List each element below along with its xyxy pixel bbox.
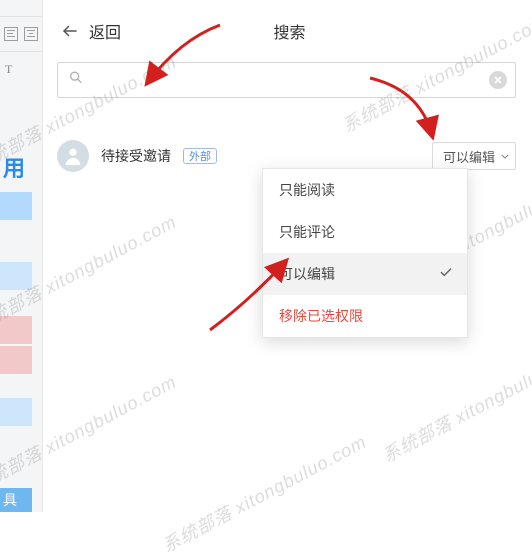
bg-title: 用 — [3, 151, 25, 183]
search-icon — [68, 70, 84, 91]
search-container — [43, 62, 530, 110]
bg-toolbar-row — [0, 16, 42, 52]
align2-icon — [24, 27, 38, 41]
dropdown-item-read[interactable]: 只能阅读 — [263, 169, 467, 211]
search-input[interactable] — [92, 63, 479, 97]
text-icon: T — [5, 62, 19, 76]
chevron-down-icon — [501, 149, 509, 164]
dropdown-item-edit[interactable]: 可以编辑 — [263, 253, 467, 295]
external-tag: 外部 — [183, 148, 217, 164]
bg-stripe — [0, 398, 32, 426]
bg-footer: 具 — [0, 488, 32, 512]
check-icon — [439, 266, 453, 283]
bg-stripe — [0, 346, 32, 374]
bg-stripe — [0, 262, 32, 290]
dropdown-item-label: 移除已选权限 — [279, 306, 363, 326]
dropdown-item-label: 可以编辑 — [279, 264, 335, 284]
dropdown-item-label: 只能阅读 — [279, 180, 335, 200]
bg-stripe — [0, 316, 32, 344]
back-button[interactable]: 返回 — [61, 19, 121, 43]
bg-stripe — [0, 192, 32, 220]
align-icon — [4, 27, 18, 41]
permission-dropdown: 只能阅读 只能评论 可以编辑 移除已选权限 — [262, 168, 468, 338]
arrow-left-icon — [61, 22, 79, 40]
dropdown-item-label: 只能评论 — [279, 222, 335, 242]
permission-dropdown-button[interactable]: 可以编辑 — [432, 142, 516, 170]
dropdown-item-remove[interactable]: 移除已选权限 — [263, 295, 467, 337]
search-box[interactable] — [57, 62, 516, 98]
panel-header: 返回 搜索 — [43, 0, 530, 62]
clear-button[interactable] — [489, 71, 507, 89]
avatar — [57, 140, 89, 172]
panel-title: 搜索 — [121, 19, 458, 43]
dropdown-item-comment[interactable]: 只能评论 — [263, 211, 467, 253]
user-name: 待接受邀请 — [101, 146, 171, 166]
back-label: 返回 — [89, 19, 121, 43]
permission-current-label: 可以编辑 — [443, 147, 495, 166]
